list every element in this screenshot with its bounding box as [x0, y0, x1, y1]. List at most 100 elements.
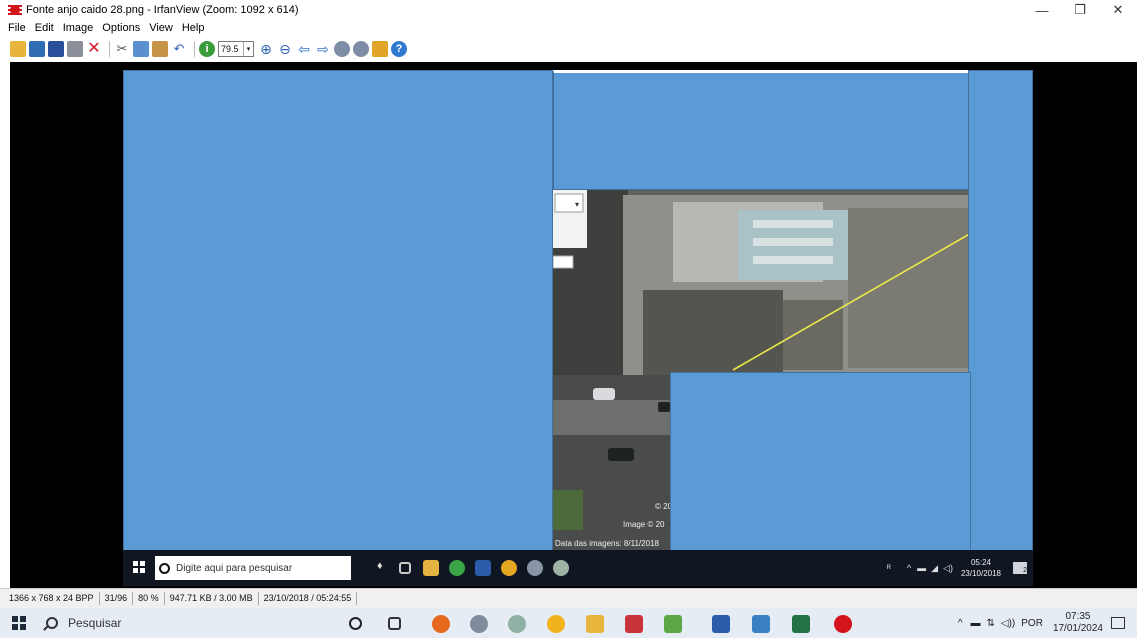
- minimize-button[interactable]: —: [1023, 0, 1061, 20]
- system-tray: ^ ▬ ⇅ ◁)) POR 07:35 17/01/2024: [958, 608, 1137, 638]
- zoom-select[interactable]: 79.5 ▾: [218, 41, 254, 57]
- app-blue-taskbar-icon[interactable]: [752, 615, 770, 633]
- save-icon[interactable]: [48, 41, 64, 57]
- firefox-icon[interactable]: [432, 615, 450, 633]
- status-file-size: 947.71 KB / 3.00 MB: [165, 592, 259, 605]
- help-icon[interactable]: ?: [391, 41, 407, 57]
- zoom-in-icon[interactable]: ⊕: [258, 41, 274, 57]
- cortana-button-icon[interactable]: [349, 617, 362, 630]
- image-viewport[interactable]: ▾ © 20 Image © 20 Data das imagens: 8/11…: [10, 62, 1137, 588]
- next-arrow-icon[interactable]: ⇨: [315, 41, 331, 57]
- tray-chevron-icon: ^: [906, 563, 912, 573]
- task-view-button-icon[interactable]: [388, 617, 401, 630]
- info-icon[interactable]: i: [199, 41, 215, 57]
- status-bar: 1366 x 768 x 24 BPP 31/96 80 % 947.71 KB…: [0, 588, 1137, 608]
- map-image-credit: Image © 20: [623, 520, 665, 529]
- cut-icon[interactable]: ✂: [114, 41, 130, 57]
- overlay-rect-top: [553, 70, 975, 190]
- notification-center-icon[interactable]: [1111, 617, 1125, 629]
- toolbar: ✕ ✂ ↶ i 79.5 ▾ ⊕ ⊖ ⇦ ⇨ ?: [0, 36, 1137, 62]
- taskbar-search-label: Pesquisar: [68, 616, 122, 630]
- app-red-taskbar-icon[interactable]: [625, 615, 643, 633]
- viewport-left-edge: [0, 62, 10, 588]
- overlay-rect-bottom: [670, 372, 971, 552]
- notification-icon: 2: [1013, 562, 1027, 574]
- status-dimensions: 1366 x 768 x 24 BPP: [4, 592, 100, 605]
- inner-clock-date: 23/10/2018: [960, 569, 1001, 578]
- cortana-icon: [159, 562, 170, 574]
- delete-icon[interactable]: ✕: [86, 41, 102, 57]
- inner-search-box: Digite aqui para pesquisar: [155, 556, 351, 580]
- inner-search-placeholder: Digite aqui para pesquisar: [176, 562, 293, 574]
- windows-logo-icon: [133, 561, 145, 573]
- start-button[interactable]: [0, 608, 38, 638]
- print-icon[interactable]: [67, 41, 83, 57]
- window-title: Fonte anjo caido 28.png - IrfanView (Zoo…: [26, 4, 299, 16]
- rotate-left-icon[interactable]: [334, 41, 350, 57]
- close-button[interactable]: ✕: [1099, 0, 1137, 20]
- copy-icon[interactable]: [133, 41, 149, 57]
- google-earth-taskbar-icon[interactable]: [470, 615, 488, 633]
- app-green-icon: [449, 560, 465, 576]
- chrome-taskbar-icon[interactable]: [547, 615, 565, 633]
- toolbar-separator: [194, 41, 195, 57]
- map-imagery-date: Data das imagens: 8/11/2018: [555, 539, 659, 548]
- zoom-value: 79.5: [221, 44, 239, 54]
- microphone-icon: ♦: [377, 560, 383, 572]
- volume-icon: ◁): [943, 562, 953, 573]
- menu-options[interactable]: Options: [102, 22, 140, 34]
- tray-chevron-icon[interactable]: ^: [958, 618, 963, 629]
- clock-date: 17/01/2024: [1052, 623, 1103, 634]
- rotate-right-icon[interactable]: [353, 41, 369, 57]
- undo-icon[interactable]: ↶: [171, 41, 187, 57]
- app-taskbar-icon[interactable]: [508, 615, 526, 633]
- file-explorer-icon: [423, 560, 439, 576]
- irfanview-icon: [8, 3, 22, 17]
- chevron-down-icon[interactable]: ▾: [243, 42, 253, 56]
- search-icon: [46, 617, 58, 629]
- language-indicator[interactable]: POR: [1021, 618, 1043, 629]
- clock[interactable]: 07:35 17/01/2024: [1053, 611, 1103, 635]
- previous-arrow-icon[interactable]: ⇦: [296, 41, 312, 57]
- file-explorer-taskbar-icon[interactable]: [586, 615, 604, 633]
- network-icon[interactable]: ⇅: [987, 618, 995, 629]
- zoom-out-icon[interactable]: ⊖: [277, 41, 293, 57]
- paste-icon[interactable]: [152, 41, 168, 57]
- title-bar: Fonte anjo caido 28.png - IrfanView (Zoo…: [0, 0, 1137, 20]
- menu-file[interactable]: File: [8, 22, 26, 34]
- menu-image[interactable]: Image: [63, 22, 94, 34]
- inner-system-tray: ᴿ ^ ▬ ◢ ◁) 05:24 23/10/2018 2: [887, 550, 1027, 586]
- overlay-rect-left: [123, 70, 553, 552]
- menu-edit[interactable]: Edit: [35, 22, 54, 34]
- menu-view[interactable]: View: [149, 22, 173, 34]
- app-gray-icon: [553, 560, 569, 576]
- inner-clock: 05:24 23/10/2018: [961, 557, 1001, 579]
- windows-logo-icon: [12, 616, 26, 630]
- volume-icon[interactable]: ◁)): [1001, 618, 1015, 629]
- network-icon: ◢: [931, 562, 939, 573]
- menu-bar: File Edit Image Options View Help: [0, 20, 213, 36]
- toolbar-separator: [109, 41, 110, 57]
- word-taskbar-icon[interactable]: [712, 615, 730, 633]
- menu-help[interactable]: Help: [182, 22, 205, 34]
- windows-taskbar: Pesquisar ^ ▬ ⇅ ◁)) POR 07:35 17/01/2024: [0, 608, 1137, 638]
- overlay-rect-right: [968, 70, 1033, 552]
- battery-icon: ▬: [917, 563, 927, 573]
- inner-clock-time: 05:24: [970, 558, 991, 567]
- word-icon: [475, 560, 491, 576]
- inner-taskbar: Digite aqui para pesquisar ♦ ᴿ ^ ▬ ◢ ◁) …: [123, 550, 1033, 586]
- open-folder-icon[interactable]: [10, 41, 26, 57]
- excel-taskbar-icon[interactable]: [792, 615, 810, 633]
- app-green-taskbar-icon[interactable]: [664, 615, 682, 633]
- status-zoom: 80 %: [133, 592, 165, 605]
- svg-text:▾: ▾: [575, 200, 579, 209]
- irfanview-taskbar-icon[interactable]: [834, 615, 852, 633]
- slideshow-icon[interactable]: [29, 41, 45, 57]
- maximize-button[interactable]: ❐: [1061, 0, 1099, 20]
- window-controls: — ❐ ✕: [1023, 0, 1137, 20]
- notification-count: 2: [1023, 567, 1027, 574]
- google-earth-icon: [527, 560, 543, 576]
- settings-icon[interactable]: [372, 41, 388, 57]
- battery-icon[interactable]: ▬: [971, 618, 981, 629]
- taskbar-search[interactable]: Pesquisar: [38, 608, 338, 638]
